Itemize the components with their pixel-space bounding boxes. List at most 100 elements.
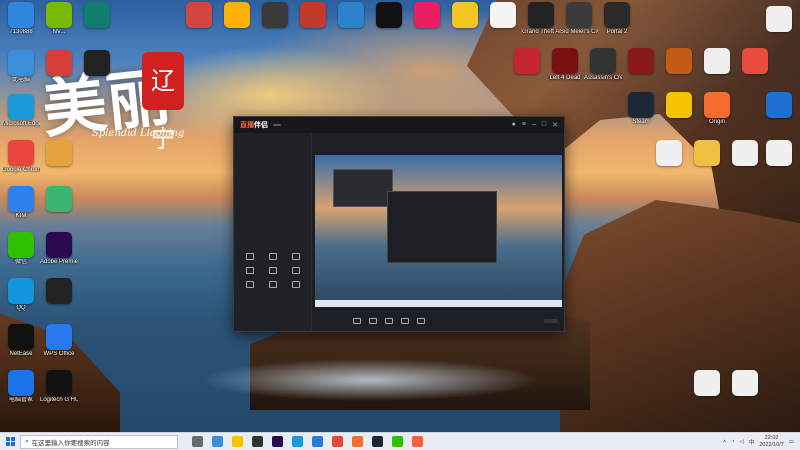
desktop-icon[interactable]: [40, 50, 78, 77]
chrome-icon[interactable]: [332, 436, 343, 447]
tool-5[interactable]: [261, 267, 284, 275]
streaming-app-taskbar-icon[interactable]: [412, 436, 423, 447]
desktop-icon[interactable]: [40, 140, 78, 167]
desktop-icon[interactable]: QQ: [2, 278, 40, 312]
desktop-icon[interactable]: [218, 2, 256, 29]
desktop-icon[interactable]: [736, 48, 774, 75]
desktop-icon[interactable]: [256, 2, 294, 29]
desktop-icon[interactable]: [370, 2, 408, 29]
minimize-icon[interactable]: –: [532, 121, 536, 129]
desktop-icon[interactable]: [760, 140, 798, 167]
edge-icon[interactable]: [292, 436, 303, 447]
desktop-icon[interactable]: 7130888: [2, 2, 40, 36]
desktop-icon[interactable]: WPS Office: [40, 324, 78, 358]
bottom-item-1[interactable]: [353, 317, 361, 325]
desktop-app-icon: [262, 2, 288, 28]
tool-9[interactable]: [285, 281, 308, 289]
tool-7[interactable]: [238, 281, 261, 289]
desktop-icon[interactable]: [78, 2, 116, 29]
desktop-icon[interactable]: Steam: [622, 92, 660, 126]
bottom-item-5[interactable]: [417, 317, 425, 325]
desktop-app-icon: [732, 370, 758, 396]
notification-icon[interactable]: ▭: [789, 439, 794, 445]
desktop-icon[interactable]: [180, 2, 218, 29]
bottom-item-4[interactable]: [401, 317, 409, 325]
tool-1[interactable]: [238, 253, 261, 261]
bottom-item-2[interactable]: [369, 317, 377, 325]
desktop-icon[interactable]: [40, 186, 78, 213]
desktop-icon[interactable]: [408, 2, 446, 29]
desktop-icon[interactable]: [726, 140, 764, 167]
streaming-app-window[interactable]: 直播伴侣 ● ≡ – □ ✕: [233, 116, 565, 332]
desktop-icon[interactable]: Google Chrome: [2, 140, 40, 174]
volume-icon[interactable]: ◁: [740, 439, 744, 445]
desktop-icon[interactable]: [484, 2, 522, 29]
file-explorer-icon[interactable]: [232, 436, 243, 447]
desktop-icon[interactable]: [446, 2, 484, 29]
desktop-icon[interactable]: [688, 370, 726, 397]
desktop-icon[interactable]: [760, 6, 798, 33]
desktop-icon[interactable]: Origin: [698, 92, 736, 126]
tool-8[interactable]: [261, 281, 284, 289]
ime-icon[interactable]: 中: [749, 438, 755, 446]
scene-item[interactable]: [234, 139, 311, 143]
bottom-item-3[interactable]: [385, 317, 393, 325]
start-button[interactable]: [0, 433, 20, 450]
desktop-icon[interactable]: Grand Theft Auto IV Th...: [522, 2, 560, 36]
desktop-icon[interactable]: [40, 278, 78, 305]
network-icon[interactable]: ◔: [731, 439, 734, 445]
window-titlebar[interactable]: 直播伴侣 ● ≡ – □ ✕: [234, 117, 564, 133]
wechat-icon[interactable]: [392, 436, 403, 447]
desktop-icon[interactable]: [660, 48, 698, 75]
desktop-icon[interactable]: NetEase: [2, 324, 40, 358]
desktop-icon[interactable]: [622, 48, 660, 75]
desktop-app-icon: [604, 2, 630, 28]
system-clock[interactable]: 22:02 2022/10/7: [759, 435, 783, 448]
desktop-app-icon: [490, 2, 516, 28]
tool-2[interactable]: [261, 253, 284, 261]
desktop-app-icon: [514, 48, 540, 74]
desktop-icon[interactable]: KIM: [2, 186, 40, 220]
chevron-up-icon[interactable]: ˄: [723, 439, 726, 445]
desktop-icon[interactable]: [660, 92, 698, 119]
avatar-icon[interactable]: ●: [512, 121, 516, 129]
premiere-icon[interactable]: [272, 436, 283, 447]
desktop-icon[interactable]: Logitech G HUB: [40, 370, 78, 404]
desktop-icon[interactable]: Portal 2: [598, 2, 636, 36]
task-view-icon[interactable]: [192, 436, 203, 447]
desktop-icon[interactable]: Adobe Premiere P...: [40, 232, 78, 266]
close-icon[interactable]: ✕: [552, 121, 558, 129]
taskbar-search-box[interactable]: ⌕ 在这里输入你要搜索的内容: [20, 434, 178, 449]
desktop-icon[interactable]: [650, 140, 688, 167]
menu-icon[interactable]: ≡: [522, 121, 526, 129]
taskbar-app-icon[interactable]: [312, 436, 323, 447]
desktop-icon[interactable]: [688, 140, 726, 167]
desktop-icon[interactable]: Left 4 Dead: [546, 48, 584, 82]
start-live-button[interactable]: [544, 319, 558, 323]
desktop-icon[interactable]: [760, 92, 798, 119]
desktop-icon[interactable]: [698, 48, 736, 75]
desktop-icon[interactable]: [332, 2, 370, 29]
steam-icon[interactable]: [372, 436, 383, 447]
desktop-icon[interactable]: 此电脑: [2, 50, 40, 84]
tool-4[interactable]: [238, 267, 261, 275]
desktop-icon[interactable]: NV...: [40, 2, 78, 36]
desktop-icon-label: Steam: [632, 119, 650, 125]
taskbar-app-icon[interactable]: [212, 436, 223, 447]
desktop-icon[interactable]: [508, 48, 546, 75]
desktop-icon[interactable]: Sid Meier's Civilizati...: [560, 2, 598, 36]
taskbar-app-icon[interactable]: [252, 436, 263, 447]
origin-icon[interactable]: [352, 436, 363, 447]
desktop-icon[interactable]: 电脑管家: [2, 370, 40, 404]
tool-3[interactable]: [285, 253, 308, 261]
desktop-icon[interactable]: Assassin's Creed: [584, 48, 622, 82]
maximize-icon[interactable]: □: [542, 121, 546, 129]
desktop-icon[interactable]: [294, 2, 332, 29]
desktop-icon[interactable]: Microsoft Edge: [2, 94, 40, 128]
desktop-icon[interactable]: [726, 370, 764, 397]
tool-6[interactable]: [285, 267, 308, 275]
stream-preview[interactable]: [315, 155, 562, 307]
desktop-icon[interactable]: [78, 50, 116, 77]
desktop-icon[interactable]: 微信: [2, 232, 40, 266]
plan-badge[interactable]: [273, 124, 281, 126]
